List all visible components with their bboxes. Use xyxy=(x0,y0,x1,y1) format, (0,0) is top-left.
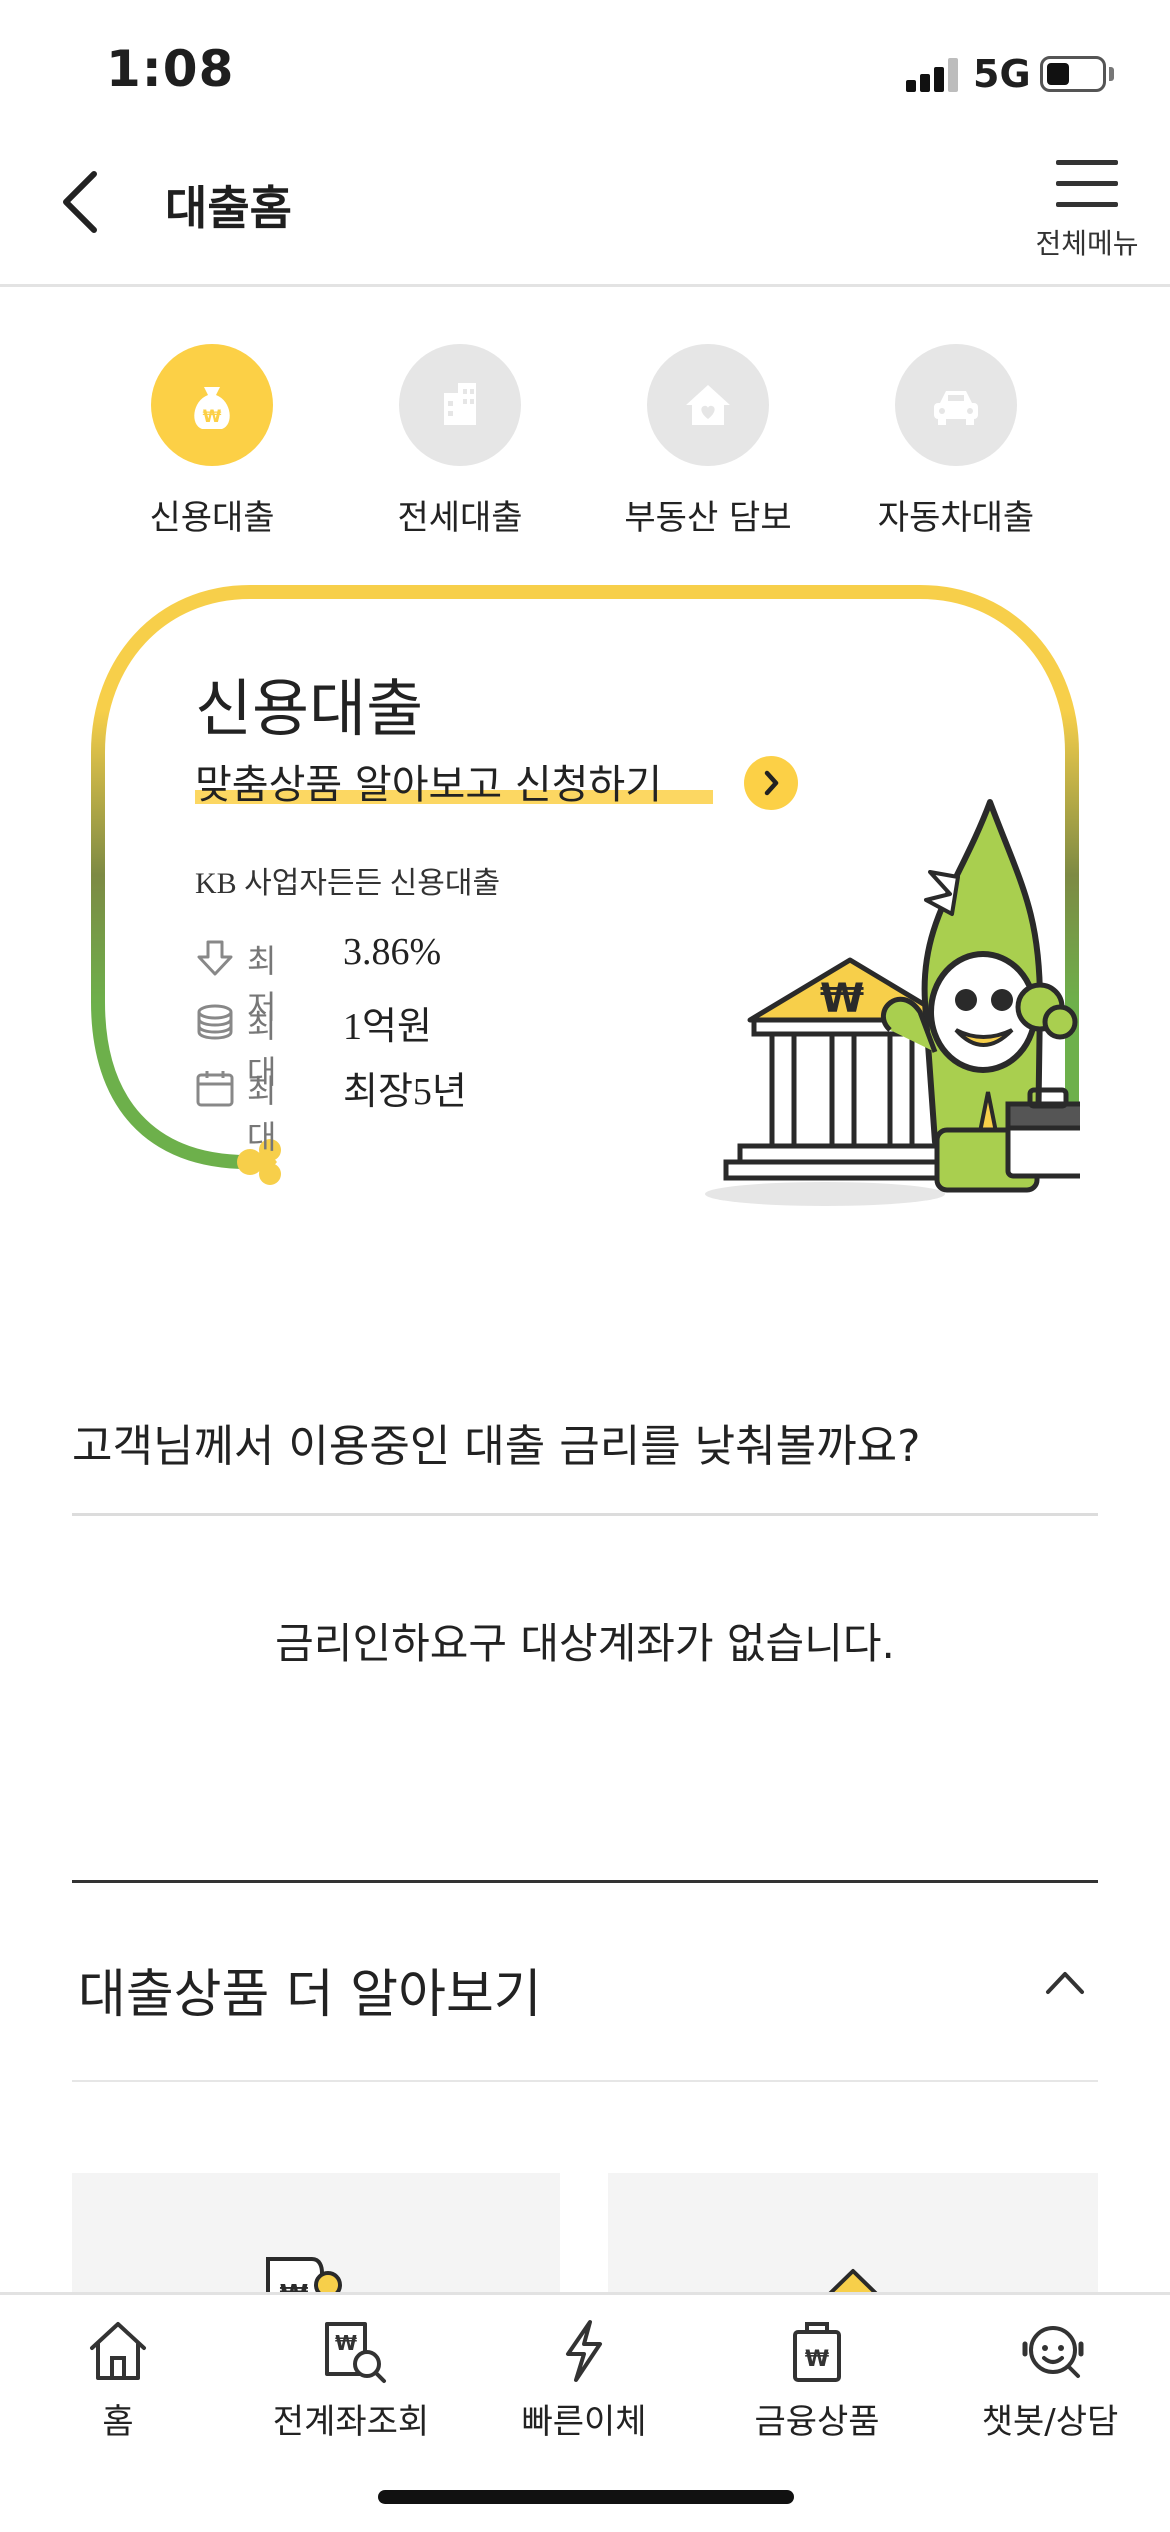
tab-label: 금융상품 xyxy=(754,2402,880,2442)
category-circle: ₩ xyxy=(151,344,273,466)
house-icon xyxy=(686,385,730,425)
section-divider xyxy=(72,1880,1098,1883)
category-real-estate-loan[interactable]: 부동산 담보 xyxy=(587,344,827,544)
car-icon xyxy=(934,391,978,425)
lightning-icon xyxy=(566,2320,602,2382)
section-divider xyxy=(72,2080,1098,2082)
hamburger-icon xyxy=(1056,160,1118,208)
tab-chatbot[interactable]: 챗봇/상담 xyxy=(935,2318,1165,2448)
category-car-loan[interactable]: 자동차대출 xyxy=(835,344,1075,544)
spec-label: 최대 xyxy=(247,1072,277,1156)
category-circle xyxy=(399,344,521,466)
category-label: 전세대출 xyxy=(397,498,523,538)
full-menu-button[interactable]: 전체메뉴 xyxy=(1032,150,1142,260)
collapse-button[interactable] xyxy=(1040,1962,1090,2002)
tab-label: 챗봇/상담 xyxy=(981,2402,1119,2442)
category-jeonse-loan[interactable]: 전세대출 xyxy=(339,344,579,544)
promo-arrow-button[interactable] xyxy=(744,756,798,810)
chevron-left-icon xyxy=(63,171,97,233)
chevron-up-icon xyxy=(1046,1972,1084,1994)
category-label: 자동차대출 xyxy=(877,498,1035,538)
coins-icon xyxy=(197,1004,233,1040)
svg-text:₩: ₩ xyxy=(805,2347,829,2372)
chevron-right-icon xyxy=(764,770,779,796)
home-icon xyxy=(90,2322,146,2380)
tab-financial-products[interactable]: ₩ 금융상품 xyxy=(702,2318,932,2448)
svg-text:₩: ₩ xyxy=(820,976,864,1022)
signal-icon xyxy=(906,58,958,92)
network-type: 5G xyxy=(973,52,1031,96)
empty-accounts-message: 금리인하요구 대상계좌가 없습니다. xyxy=(275,1619,895,1668)
category-label: 신용대출 xyxy=(149,498,275,538)
promo-title: 신용대출 xyxy=(195,672,424,745)
tab-label: 전계좌조회 xyxy=(272,2402,430,2442)
spec-value: 최장5년 xyxy=(343,1071,467,1113)
back-button[interactable] xyxy=(56,168,106,236)
svg-text:₩: ₩ xyxy=(335,2331,357,2355)
spec-value: 1억원 xyxy=(343,1006,432,1048)
home-indicator xyxy=(378,2490,794,2504)
tab-label: 빠른이체 xyxy=(521,2402,647,2442)
header-divider xyxy=(0,284,1170,287)
battery-cap xyxy=(1109,67,1114,81)
category-label: 부동산 담보 xyxy=(624,498,792,538)
calendar-icon xyxy=(196,1071,234,1107)
category-circle xyxy=(647,344,769,466)
menu-label: 전체메뉴 xyxy=(1035,227,1139,260)
category-circle xyxy=(895,344,1017,466)
tab-label: 홈 xyxy=(102,2402,134,2442)
tab-quick-transfer[interactable]: 빠른이체 xyxy=(469,2318,699,2448)
category-credit-loan[interactable]: ₩ 신용대출 xyxy=(91,344,331,544)
chatbot-icon xyxy=(1022,2326,1084,2378)
product-name: KB 사업자든든 신용대출 xyxy=(195,867,501,900)
tab-home[interactable]: 홈 xyxy=(3,2318,233,2448)
down-arrow-icon xyxy=(197,940,233,976)
status-time: 1:08 xyxy=(106,40,235,98)
spec-value: 3.86% xyxy=(343,931,442,973)
tab-account-inquiry[interactable]: ₩ 전계좌조회 xyxy=(236,2318,466,2448)
building-icon xyxy=(444,383,476,425)
rate-reduction-heading: 고객님께서 이용중인 대출 금리를 낮춰볼까요? xyxy=(72,1421,921,1472)
promo-apply-link[interactable]: 맞춤상품 알아보고 신청하기 xyxy=(195,752,662,810)
more-products-heading[interactable]: 대출상품 더 알아보기 xyxy=(78,1952,542,2027)
account-search-icon: ₩ xyxy=(325,2322,386,2383)
battery-icon xyxy=(1040,56,1106,92)
section-divider xyxy=(72,1513,1098,1516)
page-title: 대출홈 xyxy=(165,181,292,235)
money-bag-icon: ₩ xyxy=(194,387,230,429)
svg-text:₩: ₩ xyxy=(203,407,222,427)
shopping-bag-icon: ₩ xyxy=(793,2322,841,2382)
